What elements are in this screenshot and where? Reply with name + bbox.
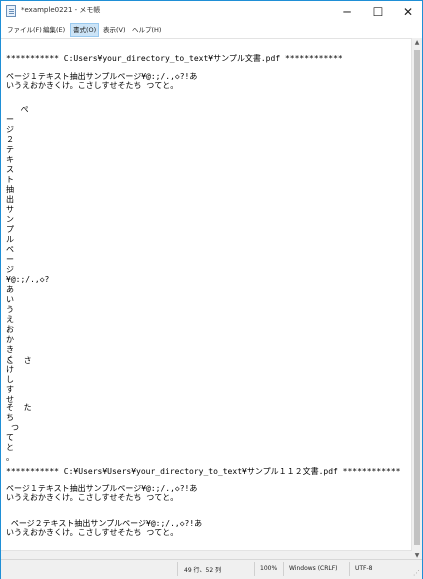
menu-help[interactable]: ヘルプ(H)	[130, 24, 163, 36]
text-line: す	[6, 385, 14, 394]
text-line: いうえおかきくけ。こさしすせそたち つてと。	[6, 493, 179, 502]
text-line: ぺ	[6, 105, 29, 114]
divider	[283, 562, 284, 576]
divider	[177, 562, 178, 576]
zoom-level: 100%	[260, 565, 278, 572]
text-line: つ	[11, 423, 19, 432]
divider	[349, 562, 350, 576]
menu-file[interactable]: ファイル(F)	[5, 24, 44, 36]
menu-format[interactable]: 書式(O)	[70, 23, 100, 37]
text-line: あ	[6, 285, 14, 294]
text-line: き	[6, 345, 14, 354]
close-button[interactable]: ✕	[393, 1, 423, 23]
text-line: ジ	[6, 125, 14, 134]
text-line: い	[6, 295, 14, 304]
text-line: 抽	[6, 185, 14, 194]
text-line: か	[6, 335, 14, 344]
vertical-scrollbar[interactable]: ▲ ▼	[411, 38, 422, 560]
text-line: ¥@:;/.,◇?	[6, 275, 50, 284]
text-line: う	[6, 305, 14, 314]
cursor-position: 49 行、52 列	[184, 567, 222, 574]
menu-view[interactable]: 表示(V)	[101, 24, 128, 36]
text-line: ペ	[6, 245, 14, 254]
notepad-window: *example0221 - メモ帳 ─ ☐ ✕ ファイル(F) 編集(E) 書…	[0, 0, 423, 579]
notepad-icon	[6, 5, 16, 17]
text-line: サ	[6, 205, 14, 214]
text-line: ジ	[6, 265, 14, 274]
text-line: ２	[6, 135, 14, 144]
divider	[254, 562, 255, 576]
text-line: ページ１テキスト抽出サンプルページ¥@:;/.,◇?!あ	[6, 72, 198, 81]
text-line: 。	[6, 453, 14, 462]
menu-edit[interactable]: 編集(E)	[41, 24, 67, 36]
title-bar[interactable]: *example0221 - メモ帳 ─ ☐ ✕	[1, 1, 422, 23]
text-line: ル	[6, 235, 14, 244]
text-line: ス	[6, 165, 14, 174]
line-ending: Windows (CRLF)	[289, 565, 338, 572]
text-line: け	[6, 365, 14, 374]
scroll-up-icon[interactable]: ▲	[412, 38, 422, 47]
text-line: お	[6, 325, 14, 334]
menu-bar: ファイル(F) 編集(E) 書式(O) 表示(V) ヘルプ(H)	[1, 23, 422, 37]
window-title: *example0221 - メモ帳	[21, 6, 101, 14]
text-line: そ た	[6, 403, 32, 412]
text-line: と	[6, 443, 14, 452]
text-line: いうえおかきくけ。こさしすせそたち つてと。	[6, 528, 179, 537]
status-bar: 49 行、52 列 100% Windows (CRLF) UTF-8 ⋰	[1, 559, 422, 579]
text-line: プ	[6, 225, 14, 234]
text-line: キ	[6, 155, 14, 164]
text-line: こ さ	[6, 356, 32, 365]
maximize-button[interactable]: ☐	[363, 1, 393, 23]
text-line: え	[6, 315, 14, 324]
text-line: ページ１テキスト抽出サンプルページ¥@:;/.,◇?!あ	[6, 484, 198, 493]
text-line: ン	[6, 215, 14, 224]
text-line: し	[6, 375, 14, 384]
text-line: ト	[6, 175, 14, 184]
text-editor[interactable]: *********** C:Users¥your_directory_to_te…	[1, 38, 412, 559]
text-line: ページ２テキスト抽出サンプルページ¥@:;/.,◇?!あ	[6, 519, 203, 528]
text-line: ー	[6, 255, 14, 264]
resize-grip-icon[interactable]: ⋰	[413, 569, 420, 577]
text-line: 出	[6, 195, 14, 204]
text-line: いうえおかきくけ。こさしすせそたち つてと。	[6, 81, 179, 90]
text-line: て	[6, 433, 14, 442]
minimize-button[interactable]: ─	[332, 1, 362, 23]
scroll-thumb[interactable]	[414, 50, 420, 545]
text-line: *********** C:¥Users¥Users¥your_director…	[6, 467, 401, 476]
encoding: UTF-8	[355, 565, 373, 572]
text-line: *********** C:Users¥your_directory_to_te…	[6, 54, 343, 63]
text-line: ち	[6, 413, 14, 422]
text-line: テ	[6, 145, 14, 154]
text-line: ー	[6, 115, 14, 124]
